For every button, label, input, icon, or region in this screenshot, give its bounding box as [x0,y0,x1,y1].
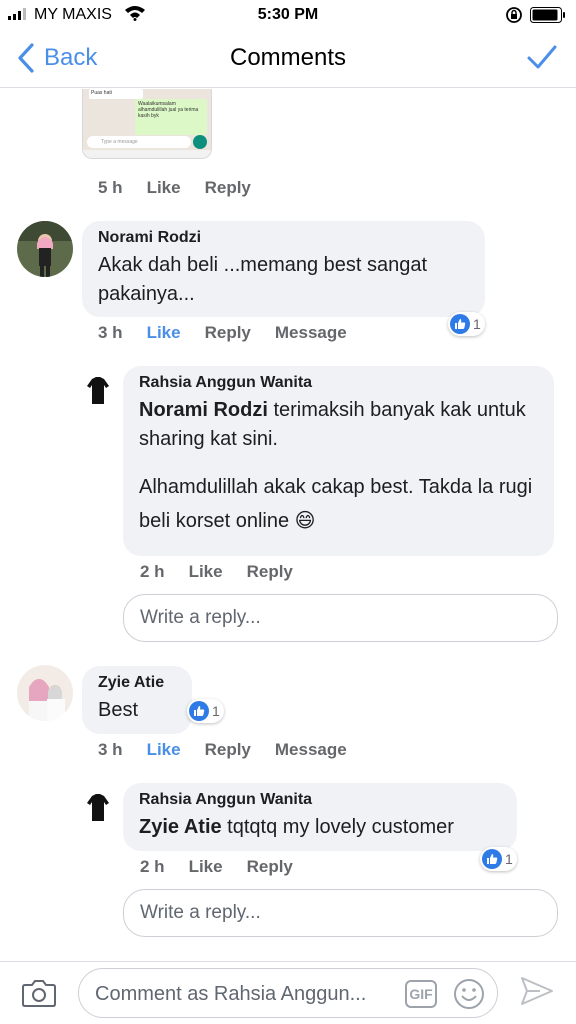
message-button[interactable]: Message [275,323,347,343]
status-bar: MY MAXIS 5:30 PM [0,0,576,30]
reply-bubble[interactable]: Rahsia Anggun Wanita Zyie Atie tqtqtq my… [123,783,517,851]
like-button[interactable]: Like [147,178,181,198]
clock: 5:30 PM [257,6,319,23]
reaction-count-badge[interactable]: 1 [448,312,485,336]
reply-author[interactable]: Rahsia Anggun Wanita [139,791,501,809]
avatar[interactable] [81,374,115,408]
comment-text: Akak dah beli ...memang best sangat paka… [98,254,428,305]
thumbs-up-icon [450,314,470,334]
profile-photo [81,374,115,408]
like-button[interactable]: Like [189,857,223,877]
android-nav-bar [83,150,211,158]
mention-tag[interactable]: Norami Rodzi [139,399,268,421]
thumbs-up-icon [189,701,209,721]
camera-icon[interactable] [22,978,56,1008]
chat-input-bar: Type a message [87,136,191,148]
reply-text-paragraph: Alhamdulillah akak cakap best. Takda la … [139,476,533,532]
reply-actions: 2 h Like Reply [140,857,317,877]
comment-time: 3 h [98,323,123,342]
profile-photo [17,221,73,277]
reply-text: Norami Rodzi terimaksih banyak kak untuk… [139,399,526,450]
reply-button[interactable]: Reply [205,178,251,198]
comment-author[interactable]: Zyie Atie [98,674,176,692]
reply-button[interactable]: Reply [247,857,293,877]
comment-actions: 3 h Like Reply Message [98,740,371,760]
reply-actions: 2 h Like Reply [140,562,317,582]
reply-button[interactable]: Reply [247,562,293,582]
write-reply-input[interactable]: Write a reply... [123,889,558,937]
comment-text: Best [98,699,139,721]
comment-bubble[interactable]: Zyie Atie Best [82,666,192,734]
reaction-count: 1 [212,703,220,719]
reply-author[interactable]: Rahsia Anggun Wanita [139,374,538,392]
checkmark-icon[interactable] [526,44,558,72]
reply-time: 2 h [140,857,165,876]
comment-attachment-image[interactable]: Puas hati Waalaikumsalam alhamdulillah j… [82,89,212,159]
reaction-count-badge[interactable]: 1 [187,699,224,723]
comment-input-placeholder: Comment as Rahsia Anggun... [95,983,367,1005]
comment-actions: 3 h Like Reply Message [98,323,371,343]
page-title: Comments [229,44,347,71]
reaction-count: 1 [473,316,481,332]
comment-composer: Comment as Rahsia Anggun... GIF [0,961,576,1024]
like-button[interactable]: Like [189,562,223,582]
rotation-lock-icon [506,7,522,23]
chat-bubble-received: Puas hati [89,89,143,99]
emoji-icon[interactable] [453,978,485,1010]
like-button[interactable]: Like [147,740,181,760]
comment-time: 3 h [98,740,123,759]
avatar[interactable] [81,791,115,825]
write-reply-input[interactable]: Write a reply... [123,594,558,642]
gif-button[interactable]: GIF [405,980,437,1008]
reply-text: Zyie Atie tqtqtq my lovely customer [139,816,454,838]
comments-list[interactable]: Puas hati Waalaikumsalam alhamdulillah j… [0,89,576,961]
avatar[interactable] [17,665,73,721]
profile-photo [17,665,73,721]
comment-input[interactable]: Comment as Rahsia Anggun... GIF [78,968,498,1018]
comment-bubble[interactable]: Norami Rodzi Akak dah beli ...memang bes… [82,221,485,317]
comment-time: 5 h [98,178,123,197]
reply-button[interactable]: Reply [205,740,251,760]
mic-icon [193,135,207,149]
comment-actions: 5 h Like Reply [98,178,275,198]
send-icon[interactable] [520,976,554,1006]
avatar[interactable] [17,221,73,277]
reply-button[interactable]: Reply [205,323,251,343]
thumbs-up-icon [482,849,502,869]
profile-photo [81,791,115,825]
comment-author[interactable]: Norami Rodzi [98,229,469,247]
navigation-bar: Back Comments [0,30,576,88]
battery-icon [530,7,565,23]
mention-tag[interactable]: Zyie Atie [139,816,222,838]
reply-bubble[interactable]: Rahsia Anggun Wanita Norami Rodzi terima… [123,366,554,556]
reply-time: 2 h [140,562,165,581]
chat-bubble-sent: Waalaikumsalam alhamdulillah jual ya ter… [135,99,207,135]
reaction-count: 1 [505,851,513,867]
message-button[interactable]: Message [275,740,347,760]
reaction-count-badge[interactable]: 1 [480,847,517,871]
like-button[interactable]: Like [147,323,181,343]
